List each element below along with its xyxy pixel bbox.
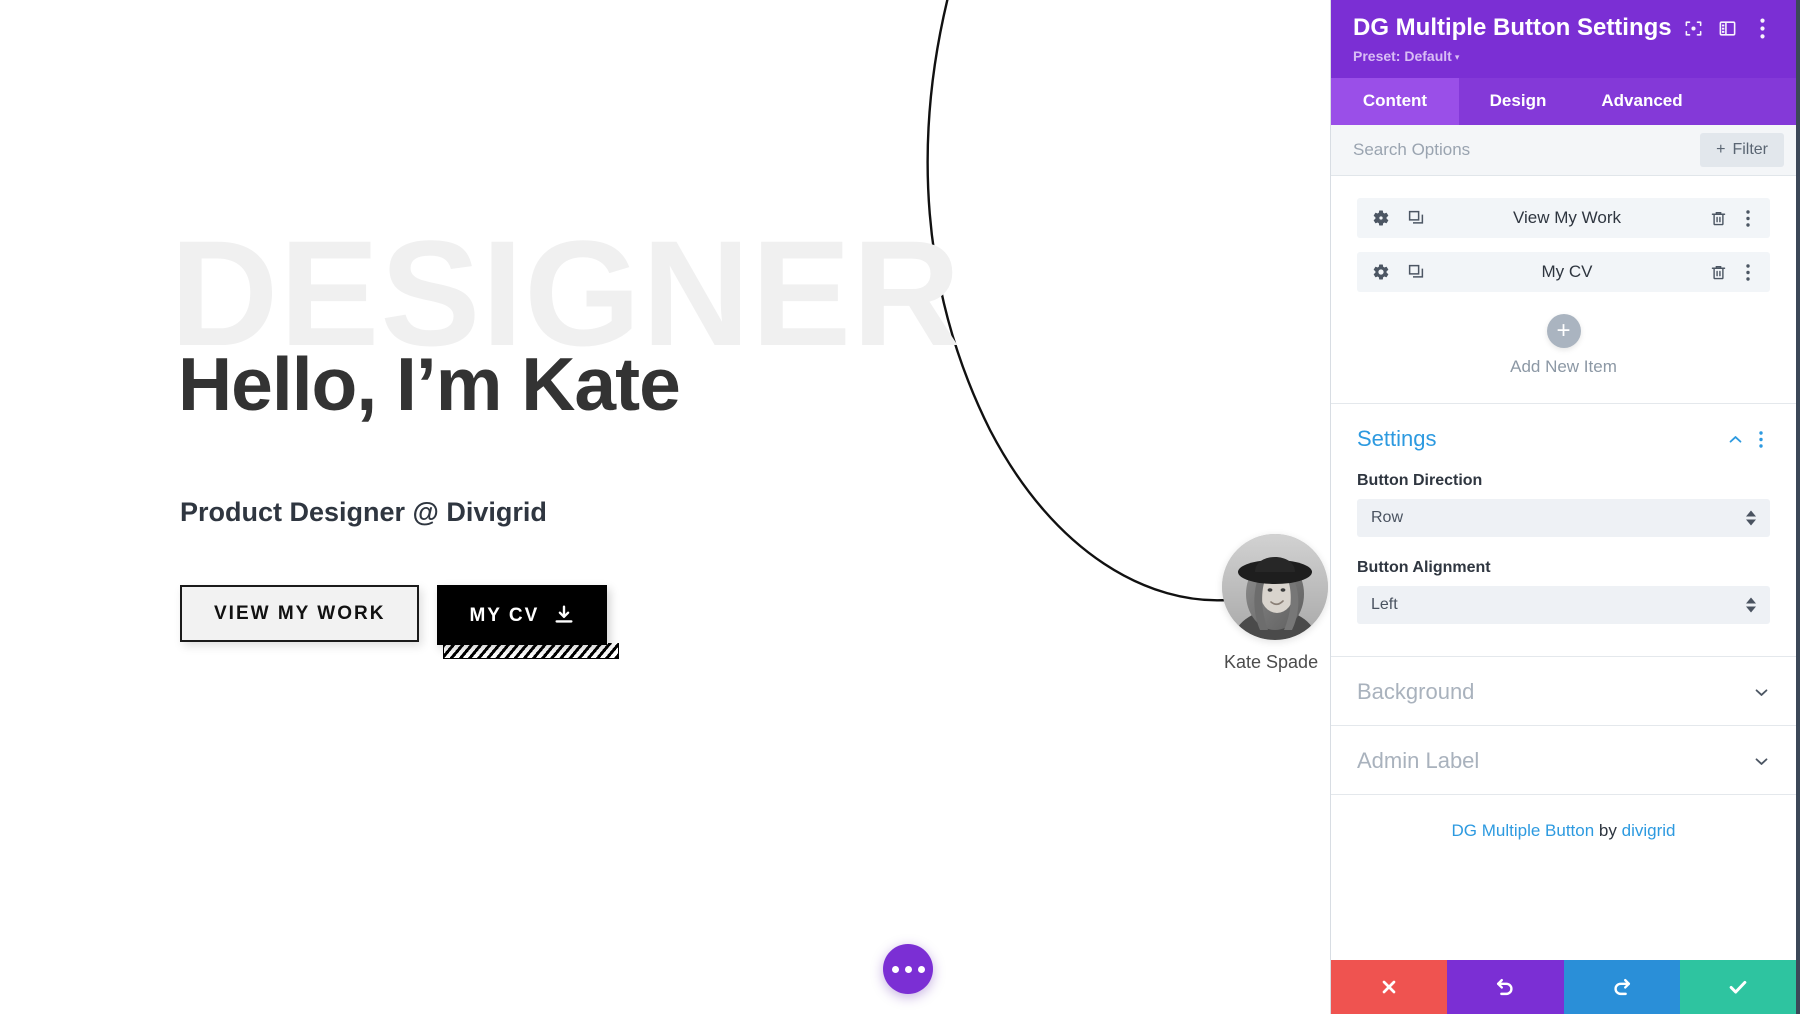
my-cv-button-label: MY CV	[469, 606, 539, 625]
button-alignment-label: Button Alignment	[1357, 559, 1770, 577]
group-settings-body: Button Direction Row Button Alignment Le…	[1331, 472, 1796, 656]
avatar	[1222, 534, 1328, 640]
panel-header-row: DG Multiple Button Settings	[1353, 13, 1776, 43]
kebab-menu-icon[interactable]	[1749, 13, 1776, 43]
panel-header: DG Multiple Button Settings	[1331, 0, 1796, 78]
duplicate-icon[interactable]	[1406, 208, 1426, 228]
close-button[interactable]	[1331, 960, 1447, 1014]
module-settings-panel: DG Multiple Button Settings	[1330, 0, 1800, 1014]
row-right-actions	[1708, 208, 1758, 228]
undo-icon	[1494, 976, 1516, 998]
group-settings-title: Settings	[1357, 426, 1722, 452]
ellipsis-icon[interactable]	[883, 944, 933, 994]
row-left-actions	[1371, 262, 1426, 282]
my-cv-button-wrapper: MY CV	[437, 585, 607, 659]
repeater-items-block: View My Work	[1331, 176, 1796, 404]
plus-icon: +	[1716, 141, 1725, 159]
list-item-label: View My Work	[1426, 208, 1708, 228]
check-icon	[1727, 976, 1749, 998]
focus-target-icon[interactable]	[1680, 13, 1707, 43]
preset-label: Preset: Default	[1353, 48, 1452, 64]
download-icon	[553, 604, 575, 626]
redo-icon	[1611, 976, 1633, 998]
gear-icon[interactable]	[1371, 208, 1391, 228]
kebab-menu-icon[interactable]	[1738, 262, 1758, 282]
tab-design[interactable]: Design	[1459, 78, 1577, 125]
stepper-arrows-icon[interactable]	[1746, 511, 1756, 526]
view-my-work-button[interactable]: VIEW MY WORK	[180, 585, 419, 642]
button-direction-select[interactable]: Row	[1357, 499, 1770, 537]
button-direction-value: Row	[1371, 499, 1403, 537]
plugin-vendor-link[interactable]: divigrid	[1622, 821, 1676, 840]
undo-button[interactable]	[1447, 960, 1563, 1014]
preset-selector[interactable]: Preset: Default▾	[1353, 48, 1459, 64]
field-button-direction: Button Direction Row	[1357, 472, 1770, 537]
avatar-caption: Kate Spade	[1222, 652, 1328, 673]
my-cv-button[interactable]: MY CV	[437, 585, 607, 645]
add-new-item-label: Add New Item	[1357, 357, 1770, 377]
chevron-up-icon[interactable]	[1722, 426, 1748, 452]
panel-scroll-body[interactable]: View My Work	[1331, 176, 1796, 960]
app-root: DESIGNER Hello, I’m Kate Product Designe…	[0, 0, 1800, 1014]
tab-content[interactable]: Content	[1331, 78, 1459, 125]
fab-dot	[892, 966, 899, 973]
stepper-arrows-icon[interactable]	[1746, 598, 1756, 613]
filter-button-label: Filter	[1732, 141, 1768, 159]
add-new-item-button[interactable]: + Add New Item	[1357, 314, 1770, 377]
group-background: Background	[1331, 657, 1796, 726]
trash-icon[interactable]	[1708, 208, 1728, 228]
plugin-product-link[interactable]: DG Multiple Button	[1452, 821, 1595, 840]
hero-subheading: Product Designer @ Divigrid	[180, 497, 547, 528]
credits-by-text: by	[1594, 821, 1621, 840]
filter-button[interactable]: + Filter	[1700, 133, 1784, 167]
search-input[interactable]	[1353, 134, 1700, 166]
kebab-menu-icon[interactable]	[1748, 426, 1774, 452]
x-icon	[1379, 977, 1399, 997]
table-row[interactable]: View My Work	[1357, 198, 1770, 238]
button-direction-label: Button Direction	[1357, 472, 1770, 490]
redo-button[interactable]	[1564, 960, 1680, 1014]
save-button[interactable]	[1680, 960, 1796, 1014]
website-preview-canvas[interactable]: DESIGNER Hello, I’m Kate Product Designe…	[0, 0, 1330, 1014]
row-left-actions	[1371, 208, 1426, 228]
group-admin-label-header[interactable]: Admin Label	[1331, 726, 1796, 794]
group-admin-label: Admin Label	[1331, 726, 1796, 795]
tab-advanced[interactable]: Advanced	[1577, 78, 1707, 125]
avatar-block: Kate Spade	[1222, 534, 1328, 673]
plugin-credits: DG Multiple Button by divigrid	[1331, 795, 1796, 871]
fab-dot	[918, 966, 925, 973]
list-item-label: My CV	[1426, 262, 1708, 282]
group-settings-header[interactable]: Settings	[1331, 404, 1796, 472]
group-background-header[interactable]: Background	[1331, 657, 1796, 725]
panel-title: DG Multiple Button Settings	[1353, 14, 1672, 42]
group-background-title: Background	[1357, 679, 1748, 705]
gear-icon[interactable]	[1371, 262, 1391, 282]
hero-heading: Hello, I’m Kate	[178, 345, 680, 424]
duplicate-icon[interactable]	[1406, 262, 1426, 282]
chevron-down-icon: ▾	[1455, 52, 1460, 62]
row-right-actions	[1708, 262, 1758, 282]
panel-footer-actions	[1331, 960, 1796, 1014]
group-admin-label-title: Admin Label	[1357, 748, 1748, 774]
chevron-down-icon[interactable]	[1748, 679, 1774, 705]
table-row[interactable]: My CV	[1357, 252, 1770, 292]
trash-icon[interactable]	[1708, 262, 1728, 282]
field-button-alignment: Button Alignment Left	[1357, 559, 1770, 624]
kebab-menu-icon[interactable]	[1738, 208, 1758, 228]
layout-columns-icon[interactable]	[1714, 13, 1741, 43]
hero-button-group: VIEW MY WORK MY CV	[180, 585, 607, 659]
button-alignment-value: Left	[1371, 586, 1398, 624]
plus-icon: +	[1547, 314, 1581, 348]
hatched-shadow	[443, 643, 619, 659]
search-row: + Filter	[1331, 125, 1796, 176]
panel-tabs: Content Design Advanced	[1331, 78, 1796, 125]
group-settings: Settings	[1331, 404, 1796, 657]
fab-dot	[905, 966, 912, 973]
button-alignment-select[interactable]: Left	[1357, 586, 1770, 624]
chevron-down-icon[interactable]	[1748, 748, 1774, 774]
